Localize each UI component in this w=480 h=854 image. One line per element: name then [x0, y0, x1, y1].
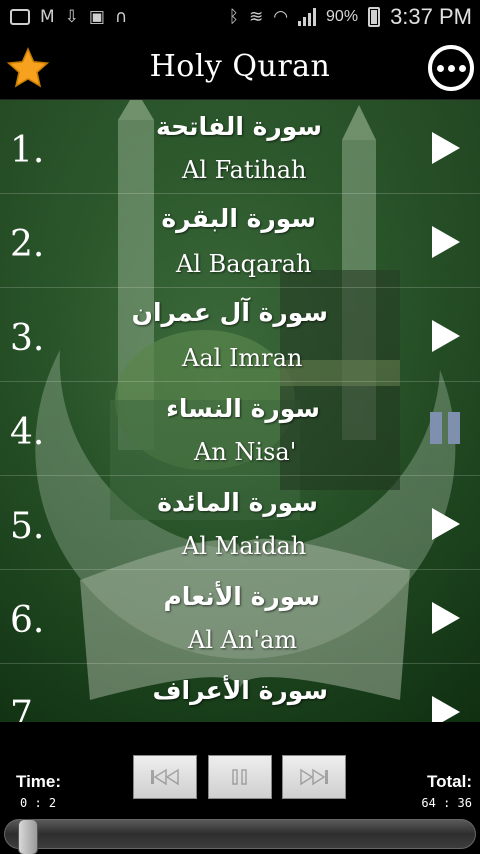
app-title: Holy Quran: [149, 49, 331, 84]
play-icon[interactable]: [430, 130, 462, 166]
surah-number: 1.: [10, 130, 45, 171]
surah-arabic-name: سورة الأعراف: [152, 676, 328, 705]
surah-number: 7: [10, 694, 33, 722]
list-item-surah-2[interactable]: 2. سورة البقرة Al Baqarah: [0, 194, 480, 288]
surah-arabic-name: سورة النساء: [166, 394, 320, 423]
pause-icon[interactable]: [430, 412, 464, 448]
bluetooth-icon: ᛒ: [228, 7, 239, 27]
play-icon[interactable]: [430, 224, 462, 260]
surah-number: 5.: [10, 506, 45, 547]
notification-icon: ▣: [88, 7, 105, 27]
pause-icon: [232, 769, 247, 785]
gmail-icon: M: [40, 7, 55, 27]
battery-icon: [368, 7, 381, 27]
play-icon[interactable]: [430, 694, 462, 722]
vibrate-mute-icon: ≋: [248, 7, 264, 27]
surah-arabic-name: سورة المائدة: [157, 488, 318, 517]
pause-button[interactable]: [208, 755, 272, 799]
surah-latin-name: Al Maidah: [182, 532, 307, 560]
surah-latin-name: An Nisa': [194, 438, 297, 466]
star-icon[interactable]: [6, 46, 50, 90]
headphones-icon: ∩: [114, 7, 128, 27]
list-item-surah-4[interactable]: 4. سورة النساء An Nisa': [0, 382, 480, 476]
surah-number: 3.: [10, 318, 45, 359]
wifi-icon: ◠: [273, 7, 289, 27]
skip-back-icon: [151, 768, 179, 786]
surah-arabic-name: سورة آل عمران: [131, 298, 328, 327]
next-button[interactable]: [282, 755, 346, 799]
surah-number: 6.: [10, 600, 45, 641]
surah-latin-name: Al Fatihah: [182, 156, 307, 184]
surah-latin-name: Al Baqarah: [176, 250, 312, 278]
surah-number: 4.: [10, 412, 45, 453]
message-icon: [10, 9, 30, 25]
skip-forward-icon: [300, 768, 328, 786]
time-label: Time:: [16, 772, 62, 791]
more-icon[interactable]: [428, 45, 474, 91]
surah-number: 2.: [10, 224, 45, 265]
status-bar: M ⇩ ▣ ∩ ᛒ ≋ ◠ 90% 3:37 PM: [0, 0, 480, 34]
list-item-surah-6[interactable]: 6. سورة الأنعام Al An'am: [0, 570, 480, 664]
clock: 3:37 PM: [390, 4, 472, 29]
action-bar: Holy Quran: [0, 34, 480, 100]
surah-arabic-name: سورة البقرة: [161, 204, 316, 233]
surah-latin-name: Al An'am: [188, 626, 298, 654]
surah-arabic-name: سورة الفاتحة: [155, 112, 322, 141]
list-item-surah-3[interactable]: 3. سورة آل عمران Aal Imran: [0, 288, 480, 382]
battery-percent: 90%: [326, 8, 359, 25]
list-item-surah-1[interactable]: 1. سورة الفاتحة Al Fatihah: [0, 100, 480, 194]
signal-icon: [298, 8, 317, 26]
seek-thumb[interactable]: [17, 819, 38, 854]
surah-list[interactable]: 1. سورة الفاتحة Al Fatihah 2. سورة البقر…: [0, 100, 480, 722]
play-icon[interactable]: [430, 506, 462, 542]
media-player: Time: 0 : 2 Total: 64 : 36: [0, 722, 480, 854]
surah-arabic-name: سورة الأنعام: [163, 582, 320, 611]
surah-latin-name: Aal Imran: [182, 344, 303, 372]
play-icon[interactable]: [430, 318, 462, 354]
time-value: 0 : 2: [20, 796, 57, 810]
play-icon[interactable]: [430, 600, 462, 636]
total-value: 64 : 36: [421, 796, 472, 810]
seek-bar[interactable]: [4, 819, 476, 849]
previous-button[interactable]: [133, 755, 197, 799]
list-item-surah-7[interactable]: 7 سورة الأعراف: [0, 664, 480, 722]
download-done-icon: ⇩: [64, 7, 79, 27]
total-label: Total:: [426, 772, 472, 791]
list-item-surah-5[interactable]: 5. سورة المائدة Al Maidah: [0, 476, 480, 570]
